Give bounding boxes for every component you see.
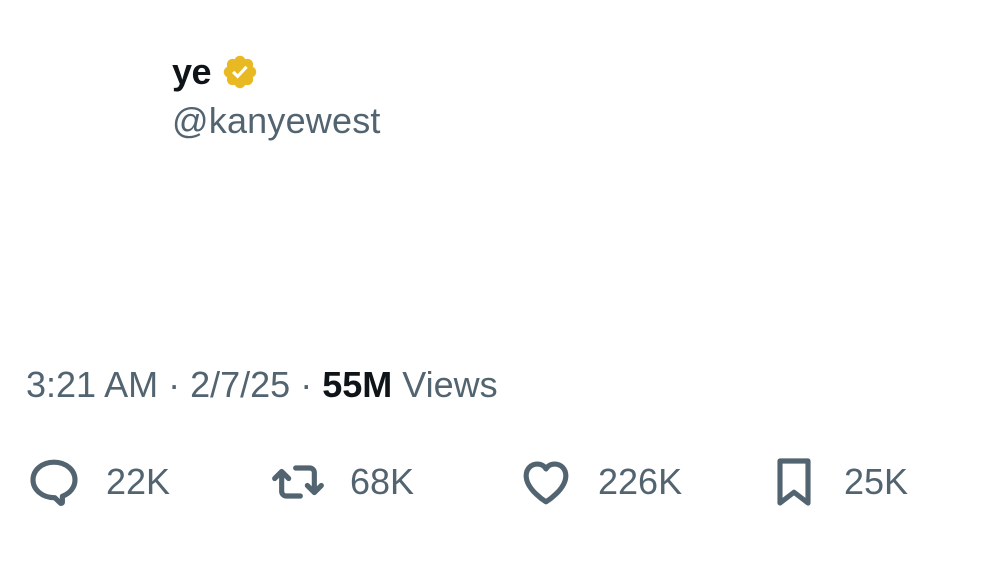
reply-icon [26, 454, 82, 510]
tweet-author[interactable]: ye @kanyewest [172, 50, 381, 142]
author-name-row: ye [172, 50, 381, 94]
meta-separator: · [168, 364, 181, 405]
reply-button[interactable]: 22K [26, 450, 170, 514]
repost-button[interactable]: 68K [270, 450, 414, 514]
heart-icon [518, 454, 574, 510]
author-handle[interactable]: @kanyewest [172, 100, 381, 142]
repost-icon [270, 454, 326, 510]
like-count: 226K [598, 461, 683, 502]
meta-separator: · [300, 364, 313, 405]
views-count[interactable]: 55M [322, 364, 392, 406]
tweet-time[interactable]: 3:21 AM [26, 364, 158, 406]
like-button[interactable]: 226K [518, 450, 682, 514]
verified-badge-icon[interactable] [221, 53, 259, 91]
reply-count: 22K [106, 461, 171, 502]
tweet-meta: 3:21 AM · 2/7/25 · 55M Views [26, 364, 498, 406]
bookmark-icon [766, 454, 822, 510]
views-label[interactable]: Views [402, 364, 497, 406]
bookmark-count: 25K [844, 461, 909, 502]
author-display-name[interactable]: ye [172, 51, 212, 93]
bookmark-button[interactable]: 25K [766, 450, 908, 514]
repost-count: 68K [350, 461, 415, 502]
tweet-card: ye @kanyewest 3:21 AM · 2/7/25 · 55M Vie… [0, 0, 1000, 563]
tweet-date[interactable]: 2/7/25 [190, 364, 290, 406]
tweet-actions: 22K 68K 226K 25K [26, 450, 966, 514]
